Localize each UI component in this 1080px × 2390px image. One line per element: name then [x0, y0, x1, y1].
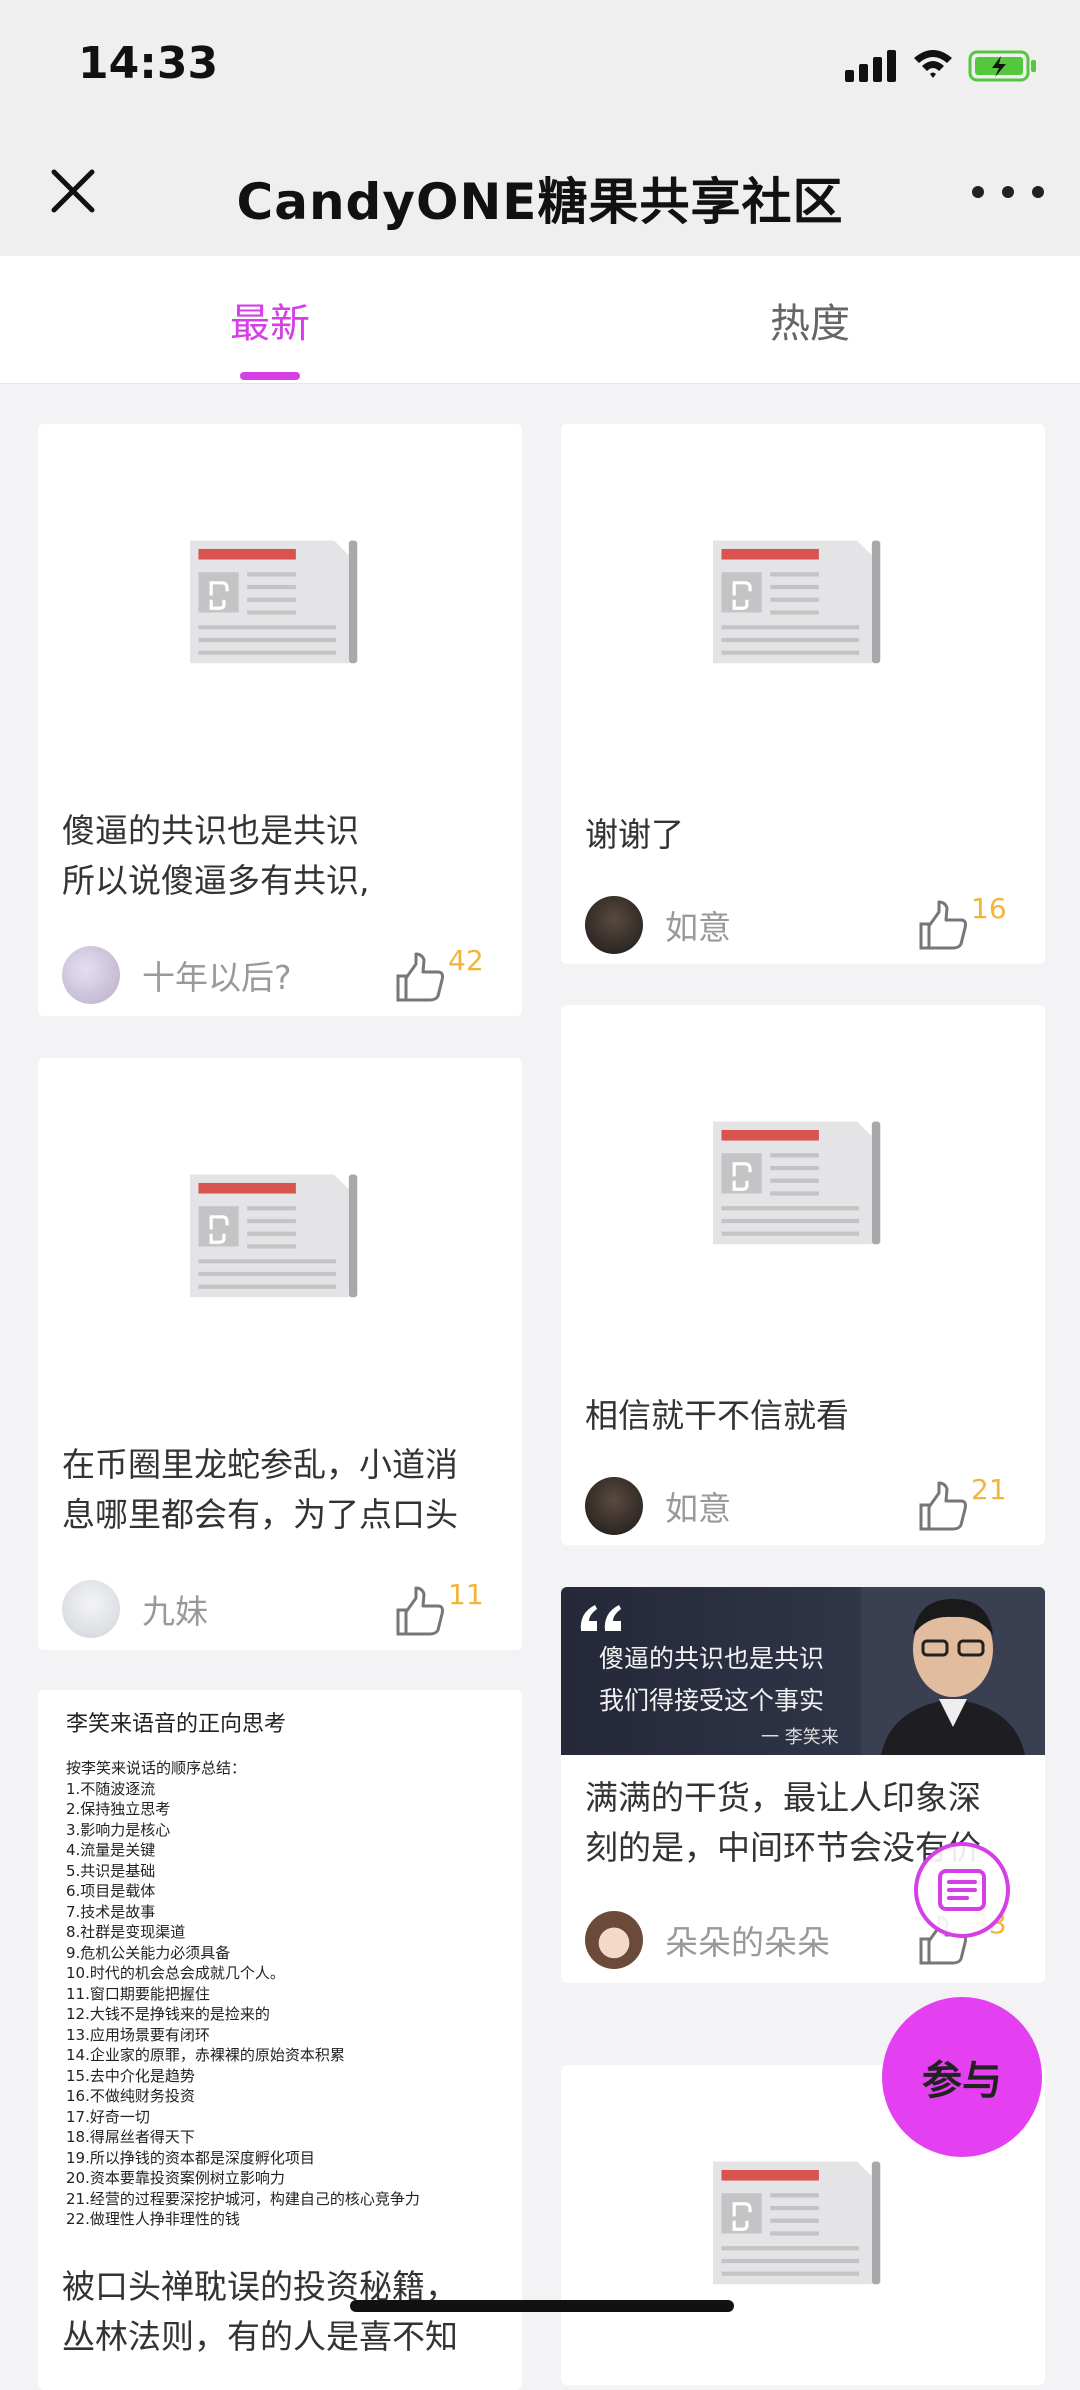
document-line: 19.所以挣钱的资本都是深度孵化项目 — [66, 2148, 315, 2167]
document-line: 14.企业家的原罪，赤裸裸的原始资本积累 — [66, 2046, 345, 2064]
status-time: 14:33 — [78, 38, 219, 89]
like-count: 16 — [971, 892, 1007, 925]
document-line: 10.时代的机会总会成就几个人。 — [66, 1964, 285, 1982]
post-author[interactable]: 九妹 — [62, 1580, 208, 1638]
like-count: 11 — [448, 1578, 484, 1611]
post-title: 谢谢了 — [585, 815, 684, 854]
article-placeholder-image — [561, 424, 1045, 784]
article-placeholder-image — [38, 424, 522, 784]
quote-mark-icon — [580, 1605, 621, 1631]
post-card[interactable]: 李笑来语音的正向思考 按李笑来说话的顺序总结： 1.不随波逐流 2.保持独立思考 3.… — [38, 1690, 522, 2390]
nav-bar: CandyONE糖果共享社区 — [0, 132, 1080, 256]
author-name: 如意 — [665, 1489, 731, 1528]
like-button[interactable]: 42 — [392, 944, 502, 1016]
page-title: CandyONE糖果共享社区 — [236, 173, 844, 231]
post-card[interactable]: 在币圈里龙蛇参乱，小道消 息哪里都会有，为了点口头 九妹 11 — [38, 1058, 522, 1650]
tab-hot[interactable]: 热度 — [540, 256, 1080, 384]
wifi-icon — [914, 50, 952, 78]
author-name: 十年以后? — [142, 958, 292, 997]
post-title: 傻逼的共识也是共识 所以说傻逼多有共识, — [62, 811, 370, 900]
author-name: 朵朵的朵朵 — [665, 1923, 830, 1962]
portrait-photo — [861, 1587, 1045, 1755]
more-icon — [972, 186, 984, 198]
document-line: 18.得屌丝者得天下 — [66, 2128, 195, 2146]
document-line: 1.不随波逐流 — [66, 1779, 156, 1798]
tab-latest[interactable]: 最新 — [0, 256, 540, 384]
more-button[interactable] — [972, 172, 1044, 212]
quote-image: 傻逼的共识也是共识 我们得接受这个事实 一 李笑来 — [561, 1587, 1045, 1755]
document-line: 13.应用场景要有闭环 — [66, 2025, 210, 2044]
document-line: 9.危机公关能力必须具备 — [66, 1943, 231, 1962]
thumbs-up-icon — [919, 900, 967, 950]
home-indicator — [350, 2300, 734, 2312]
quote-text: 我们得接受这个事实 — [599, 1686, 825, 1715]
author-name: 九妹 — [142, 1592, 208, 1631]
article-placeholder-image — [38, 1058, 522, 1418]
document-line: 按李笑来说话的顺序总结： — [66, 1759, 247, 1777]
thumbs-up-icon — [396, 952, 444, 1002]
status-bar: 14:33 — [0, 0, 1080, 132]
article-placeholder-image — [561, 1005, 1045, 1365]
document-image: 李笑来语音的正向思考 按李笑来说话的顺序总结： 1.不随波逐流 2.保持独立思考 3.… — [38, 1690, 522, 2250]
document-line: 6.项目是载体 — [66, 1882, 156, 1900]
post-author[interactable]: 朵朵的朵朵 — [585, 1911, 830, 1969]
tab-bar: 最新 热度 — [0, 256, 1080, 384]
avatar — [62, 946, 120, 1004]
like-count: 42 — [448, 944, 484, 977]
post-title: 在币圈里龙蛇参乱，小道消 息哪里都会有，为了点口头 — [62, 1445, 458, 1534]
document-line: 15.去中介化是趋势 — [66, 2066, 195, 2085]
avatar — [585, 1911, 643, 1969]
post-title: 相信就干不信就看 — [585, 1396, 849, 1435]
post-author[interactable]: 十年以后? — [62, 946, 292, 1004]
document-line: 3.影响力是核心 — [66, 1820, 171, 1839]
document-line: 12.大钱不是挣钱来的是捡来的 — [66, 2005, 270, 2023]
quote-text: 傻逼的共识也是共识 — [599, 1644, 825, 1673]
thumbs-up-icon — [396, 1586, 444, 1636]
post-card[interactable]: 相信就干不信就看 如意 21 — [561, 1005, 1045, 1545]
post-author[interactable]: 如意 — [585, 1477, 731, 1535]
document-line: 8.社群是变现渠道 — [66, 1923, 186, 1941]
avatar — [585, 896, 643, 954]
document-line: 2.保持独立思考 — [66, 1800, 171, 1818]
like-button[interactable]: 16 — [915, 892, 1025, 964]
avatar — [62, 1580, 120, 1638]
document-line: 7.技术是故事 — [66, 1902, 156, 1921]
document-text: 按李笑来说话的顺序总结： 1.不随波逐流 2.保持独立思考 3.影响力是核心 4.流量是… — [66, 1758, 494, 2230]
like-count: 21 — [971, 1473, 1007, 1506]
compose-button[interactable] — [914, 1842, 1010, 1938]
document-line: 22.做理性人挣非理性的钱 — [66, 2210, 240, 2228]
document-heading: 李笑来语音的正向思考 — [66, 1712, 287, 1737]
participate-button[interactable]: 参与 — [882, 1997, 1042, 2157]
tab-active-indicator — [240, 372, 300, 380]
post-author[interactable]: 如意 — [585, 896, 731, 954]
document-line: 5.共识是基础 — [66, 1861, 156, 1880]
document-line: 17.好奇一切 — [66, 2107, 150, 2126]
cellular-signal-icon — [845, 50, 897, 82]
like-button[interactable]: 11 — [392, 1578, 502, 1650]
post-card[interactable]: 谢谢了 如意 16 — [561, 424, 1045, 964]
avatar — [585, 1477, 643, 1535]
battery-icon — [968, 50, 1036, 82]
compose-icon — [938, 1869, 986, 1911]
document-line: 21.经营的过程要深挖护城河，构建自己的核心竞争力 — [66, 2189, 420, 2208]
document-line: 16.不做纯财务投资 — [66, 2087, 195, 2105]
post-card[interactable]: 傻逼的共识也是共识 所以说傻逼多有共识, 十年以后? 42 — [38, 424, 522, 1016]
post-title: 被口头禅耽误的投资秘籍， 丛林法则，有的人是喜不知 — [62, 2267, 458, 2356]
like-button[interactable]: 21 — [915, 1473, 1025, 1545]
document-line: 11.窗口期要能把握住 — [66, 1984, 210, 2003]
document-line: 20.资本要靠投资案例树立影响力 — [66, 2169, 285, 2187]
author-name: 如意 — [665, 908, 731, 947]
thumbs-up-icon — [919, 1481, 967, 1531]
document-line: 4.流量是关键 — [66, 1841, 156, 1859]
quote-attribution: 一 李笑来 — [761, 1727, 839, 1748]
